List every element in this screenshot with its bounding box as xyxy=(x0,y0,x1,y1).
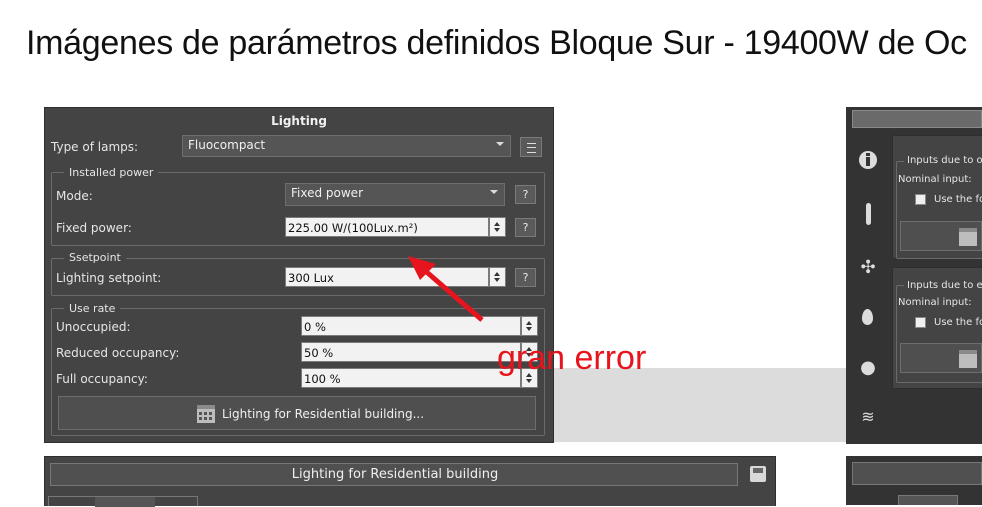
error-annotation: gran error xyxy=(497,339,647,377)
type-of-lamps-value: Fluocompact xyxy=(188,138,266,152)
background-band xyxy=(553,368,846,442)
fixed-power-help-button[interactable]: ? xyxy=(515,218,536,237)
calendar-icon xyxy=(959,350,977,368)
nominal-input-label-2: Nominal input: xyxy=(898,297,972,308)
right-bottom-panel xyxy=(846,456,982,505)
use-formula-label-1: Use the fo xyxy=(934,194,982,205)
schedule-title-bar: Lighting for Residential building xyxy=(50,463,738,486)
fixed-power-spinner[interactable] xyxy=(489,217,506,237)
fixed-power-label: Fixed power: xyxy=(56,221,132,235)
slide-title: Imágenes de parámetros definidos Bloque … xyxy=(26,24,967,62)
use-rate-legend: Use rate xyxy=(64,302,121,315)
type-of-lamps-dropdown[interactable]: Fluocompact xyxy=(182,135,511,157)
list-icon xyxy=(526,143,536,153)
use-formula-checkbox-2[interactable] xyxy=(915,317,926,328)
mode-value: Fixed power xyxy=(291,186,363,200)
lighting-setpoint-help-button[interactable]: ? xyxy=(515,268,536,287)
calendar-icon xyxy=(959,228,977,246)
schedule-button-1[interactable] xyxy=(900,221,982,251)
drop-icon[interactable] xyxy=(862,309,873,325)
unoccupied-label: Unoccupied: xyxy=(56,320,131,334)
full-occupancy-input[interactable]: 100 % xyxy=(301,368,521,388)
mode-help-button[interactable]: ? xyxy=(515,185,536,204)
lightbulb-icon[interactable]: ● xyxy=(853,357,883,378)
mode-dropdown[interactable]: Fixed power xyxy=(285,183,505,206)
chevron-down-icon xyxy=(496,142,504,146)
calendar-icon xyxy=(197,405,215,423)
lamp-library-button[interactable] xyxy=(520,137,542,157)
inputs-group-2-legend: Inputs due to e xyxy=(904,280,982,291)
inputs-group-1-legend: Inputs due to o xyxy=(904,155,982,166)
panel-title: Lighting xyxy=(271,114,327,128)
unoccupied-spinner[interactable] xyxy=(521,316,538,336)
right-panel: ✣ ● ≋ Inputs due to o Nominal input: Use… xyxy=(846,107,982,444)
lighting-schedule-label: Lighting for Residential building... xyxy=(222,407,425,421)
lighting-schedule-button[interactable]: Lighting for Residential building... xyxy=(58,396,536,430)
right-title-bar xyxy=(852,110,982,128)
right-bottom-title-bar xyxy=(852,462,982,485)
fixed-power-input[interactable]: 225.00 W/(100Lux.m²) xyxy=(285,217,489,237)
setpoint-legend: Ssetpoint xyxy=(64,251,126,264)
fan-icon[interactable]: ✣ xyxy=(853,257,883,278)
schedule-button-2[interactable] xyxy=(900,343,982,373)
thermometer-icon[interactable] xyxy=(866,203,871,225)
mode-label: Mode: xyxy=(56,189,93,203)
installed-power-legend: Installed power xyxy=(64,166,159,179)
reduced-occupancy-label: Reduced occupancy: xyxy=(56,346,180,360)
schedule-panel: Lighting for Residential building xyxy=(44,456,776,507)
save-icon[interactable] xyxy=(750,466,766,482)
info-icon[interactable] xyxy=(853,151,883,169)
full-occupancy-label: Full occupancy: xyxy=(56,372,148,386)
tab-active[interactable] xyxy=(95,497,155,507)
type-of-lamps-label: Type of lamps: xyxy=(51,140,139,154)
chevron-down-icon xyxy=(490,190,498,194)
right-bottom-tab[interactable] xyxy=(898,495,958,505)
nominal-input-label-1: Nominal input: xyxy=(898,174,972,185)
lighting-setpoint-label: Lighting setpoint: xyxy=(56,271,162,285)
use-formula-label-2: Use the fo xyxy=(934,317,982,328)
error-arrow xyxy=(408,256,484,322)
heat-icon[interactable]: ≋ xyxy=(853,407,883,426)
schedule-title: Lighting for Residential building xyxy=(291,467,499,482)
reduced-occupancy-input[interactable]: 50 % xyxy=(301,342,521,362)
use-formula-checkbox-1[interactable] xyxy=(915,194,926,205)
